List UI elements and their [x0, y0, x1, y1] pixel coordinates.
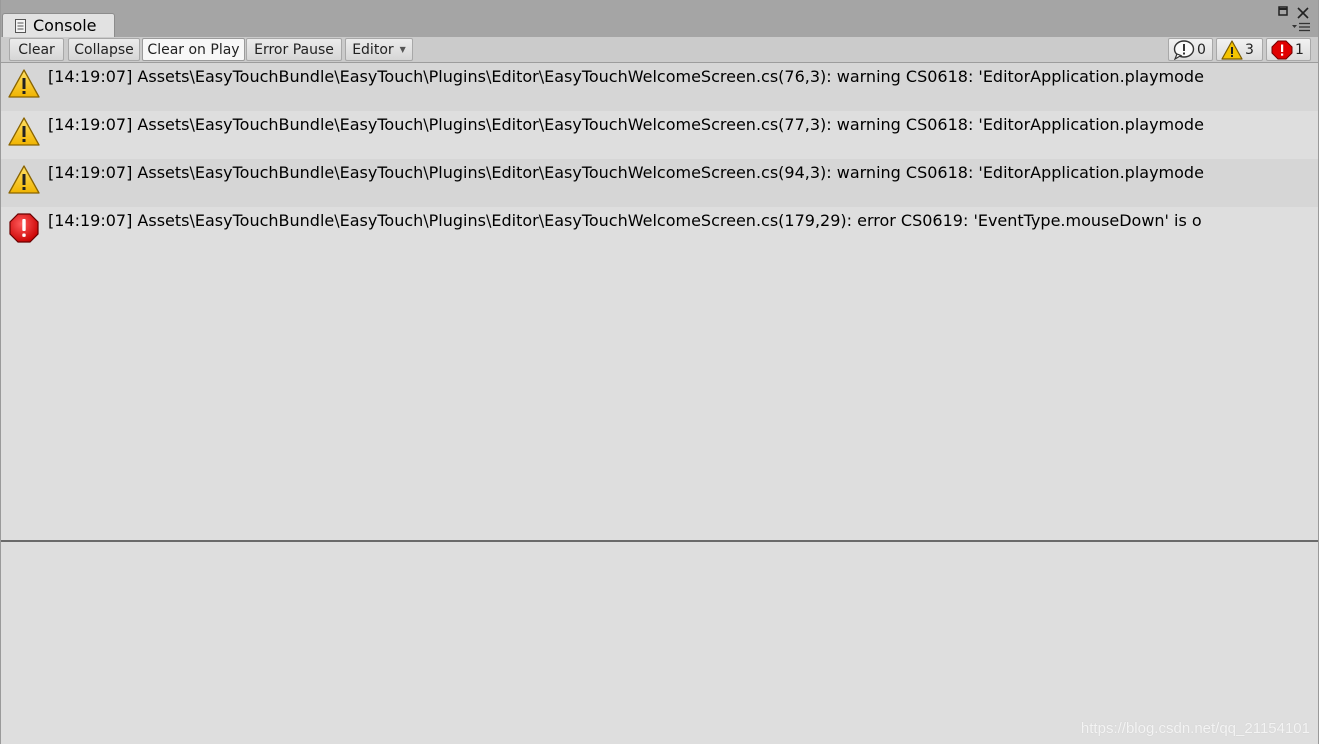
- clear-button[interactable]: Clear: [9, 38, 64, 61]
- error-pause-toggle[interactable]: Error Pause: [246, 38, 342, 61]
- log-entry-text: [14:19:07] Assets\EasyTouchBundle\EasyTo…: [48, 211, 1202, 230]
- panel-menu-icon[interactable]: [1292, 22, 1310, 32]
- warning-filter-toggle[interactable]: 3: [1216, 38, 1263, 61]
- log-entry-warning[interactable]: [14:19:07] Assets\EasyTouchBundle\EasyTo…: [1, 111, 1318, 159]
- clear-button-label: Clear: [18, 41, 55, 58]
- tab-bar: Console: [1, 0, 1318, 37]
- log-entry-text: [14:19:07] Assets\EasyTouchBundle\EasyTo…: [48, 115, 1204, 134]
- maximize-icon[interactable]: [1278, 6, 1288, 16]
- clear-on-play-toggle[interactable]: Clear on Play: [142, 38, 245, 61]
- error-small-icon: [1271, 40, 1293, 59]
- warning-icon: [8, 165, 40, 194]
- warning-small-icon: [1221, 39, 1243, 60]
- error-pause-label: Error Pause: [254, 41, 334, 58]
- error-count: 1: [1295, 41, 1304, 58]
- info-filter-toggle[interactable]: 0: [1168, 38, 1213, 61]
- error-filter-toggle[interactable]: 1: [1266, 38, 1311, 61]
- collapse-toggle[interactable]: Collapse: [68, 38, 140, 61]
- close-icon[interactable]: [1296, 6, 1310, 20]
- chevron-down-icon: ▼: [399, 45, 406, 54]
- tab-console[interactable]: Console: [2, 13, 115, 37]
- log-entry-warning[interactable]: [14:19:07] Assets\EasyTouchBundle\EasyTo…: [1, 159, 1318, 207]
- console-page-icon: [15, 18, 26, 33]
- log-entry-text: [14:19:07] Assets\EasyTouchBundle\EasyTo…: [48, 163, 1204, 182]
- warning-count: 3: [1245, 41, 1254, 58]
- clear-on-play-label: Clear on Play: [147, 41, 240, 58]
- info-count: 0: [1197, 41, 1206, 58]
- collapse-toggle-label: Collapse: [74, 41, 134, 58]
- watermark-text: https://blog.csdn.net/qq_21154101: [1080, 720, 1310, 737]
- console-toolbar: Clear Collapse Clear on Play Error Pause…: [1, 37, 1318, 63]
- error-icon: [9, 213, 39, 243]
- warning-icon: [8, 117, 40, 146]
- console-window: Console Clear Collapse Clear on Play Err…: [0, 0, 1319, 744]
- editor-dropdown[interactable]: Editor ▼: [345, 38, 413, 61]
- log-entry-error[interactable]: [14:19:07] Assets\EasyTouchBundle\EasyTo…: [1, 207, 1318, 255]
- log-detail-pane: https://blog.csdn.net/qq_21154101: [1, 542, 1318, 744]
- info-bubble-icon: [1173, 39, 1195, 60]
- log-entry-warning[interactable]: [14:19:07] Assets\EasyTouchBundle\EasyTo…: [1, 63, 1318, 111]
- log-entry-text: [14:19:07] Assets\EasyTouchBundle\EasyTo…: [48, 67, 1204, 86]
- tab-console-label: Console: [33, 16, 97, 35]
- log-list[interactable]: [14:19:07] Assets\EasyTouchBundle\EasyTo…: [1, 63, 1318, 540]
- editor-dropdown-label: Editor: [352, 41, 394, 58]
- warning-icon: [8, 69, 40, 98]
